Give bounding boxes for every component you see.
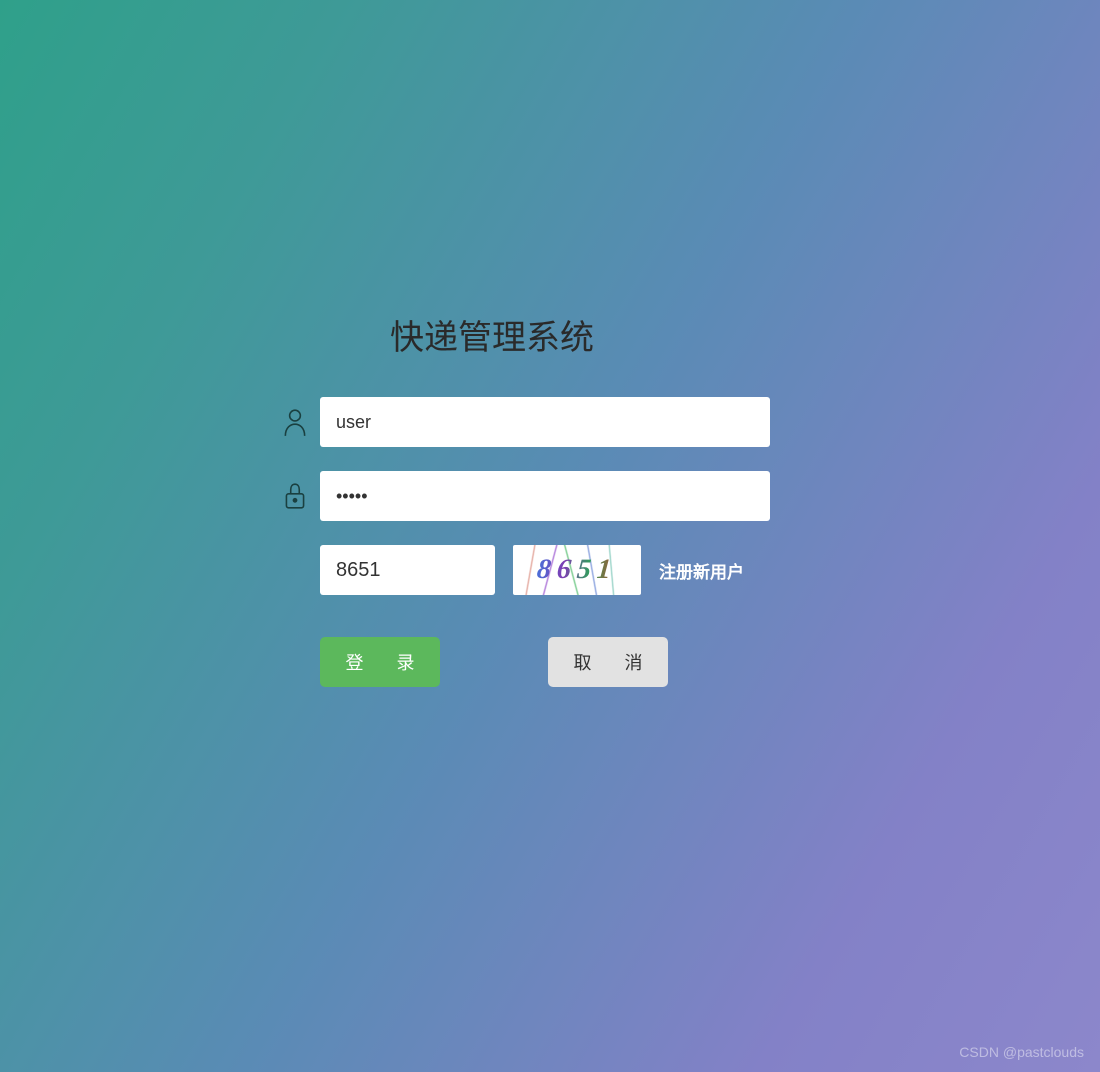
cancel-button[interactable]: 取 消	[548, 637, 668, 687]
login-form: 快递管理系统 8651 注册新用户 登 录 取 消	[270, 310, 830, 687]
username-input[interactable]	[320, 397, 770, 447]
lock-icon	[270, 481, 320, 511]
captcha-row: 8651 注册新用户	[320, 545, 830, 595]
password-row	[270, 471, 830, 521]
password-input[interactable]	[320, 471, 770, 521]
captcha-image-text: 8651	[536, 554, 619, 586]
captcha-image[interactable]: 8651	[513, 545, 641, 595]
login-button[interactable]: 登 录	[320, 637, 440, 687]
user-icon	[270, 407, 320, 437]
button-row: 登 录 取 消	[320, 637, 830, 687]
username-row	[270, 397, 830, 447]
captcha-input[interactable]	[320, 545, 495, 595]
watermark: CSDN @pastclouds	[959, 1044, 1084, 1060]
register-link[interactable]: 注册新用户	[659, 558, 744, 583]
page-title: 快递管理系统	[390, 310, 830, 359]
